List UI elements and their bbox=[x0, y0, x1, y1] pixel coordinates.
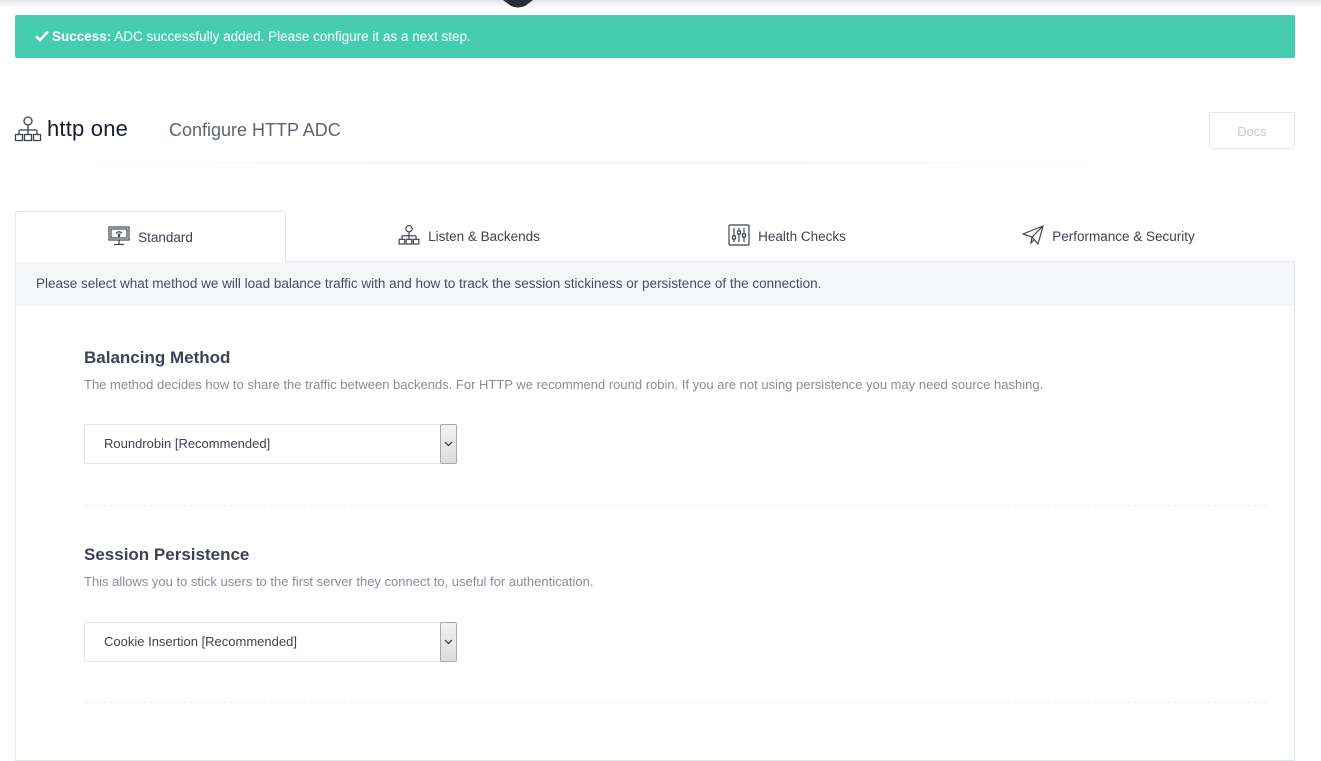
alert-strong-label: Success: bbox=[52, 29, 112, 44]
chevron-down-icon[interactable] bbox=[440, 424, 457, 464]
tab-label: Performance & Security bbox=[1052, 228, 1195, 244]
top-navbar-shadow bbox=[0, 0, 1321, 8]
page-subtitle: Configure HTTP ADC bbox=[169, 120, 341, 140]
select-value: Cookie Insertion [Recommended] bbox=[104, 634, 297, 649]
config-tabs: Standard Listen & Backends Health Checks… bbox=[15, 211, 1295, 262]
docs-button[interactable]: Docs bbox=[1209, 112, 1295, 149]
success-alert: Success: ADC successfully added. Please c… bbox=[15, 15, 1295, 58]
sitemap-icon bbox=[398, 224, 420, 249]
page-title: http one bbox=[47, 116, 129, 141]
session-persistence-select[interactable]: Cookie Insertion [Recommended] bbox=[84, 622, 457, 662]
balancing-method-section: Balancing Method The method decides how … bbox=[84, 348, 1264, 464]
balancing-method-select[interactable]: Roundrobin [Recommended] bbox=[84, 424, 457, 464]
monitor-icon bbox=[108, 225, 130, 249]
check-icon bbox=[35, 16, 49, 59]
tab-panel-standard: Please select what method we will load b… bbox=[15, 261, 1295, 761]
tab-health-checks[interactable]: Health Checks bbox=[652, 211, 922, 261]
section-description: The method decides how to share the traf… bbox=[84, 377, 1044, 392]
tab-performance-security[interactable]: Performance & Security bbox=[922, 211, 1295, 261]
alert-message: ADC successfully added. Please configure… bbox=[114, 29, 471, 44]
panel-intro-text: Please select what method we will load b… bbox=[16, 262, 1294, 306]
tab-standard[interactable]: Standard bbox=[15, 211, 286, 262]
paper-plane-icon bbox=[1021, 224, 1045, 248]
header-separator bbox=[60, 160, 1120, 166]
section-title: Balancing Method bbox=[84, 348, 231, 367]
section-divider bbox=[84, 702, 1266, 703]
section-divider bbox=[84, 505, 1266, 506]
navbar-notch bbox=[503, 0, 533, 8]
sliders-icon bbox=[728, 223, 750, 249]
chevron-down-icon[interactable] bbox=[440, 622, 457, 662]
tab-listen-backends[interactable]: Listen & Backends bbox=[286, 211, 652, 261]
section-title: Session Persistence bbox=[84, 545, 250, 564]
section-description: This allows you to stick users to the fi… bbox=[84, 574, 594, 589]
session-persistence-section: Session Persistence This allows you to s… bbox=[84, 545, 1264, 662]
page-header: http one Configure HTTP ADC Docs bbox=[14, 112, 1295, 152]
tab-label: Standard bbox=[138, 229, 193, 245]
tab-label: Listen & Backends bbox=[428, 228, 540, 244]
tab-label: Health Checks bbox=[758, 228, 846, 244]
sitemap-icon bbox=[14, 115, 42, 143]
select-value: Roundrobin [Recommended] bbox=[104, 436, 271, 451]
